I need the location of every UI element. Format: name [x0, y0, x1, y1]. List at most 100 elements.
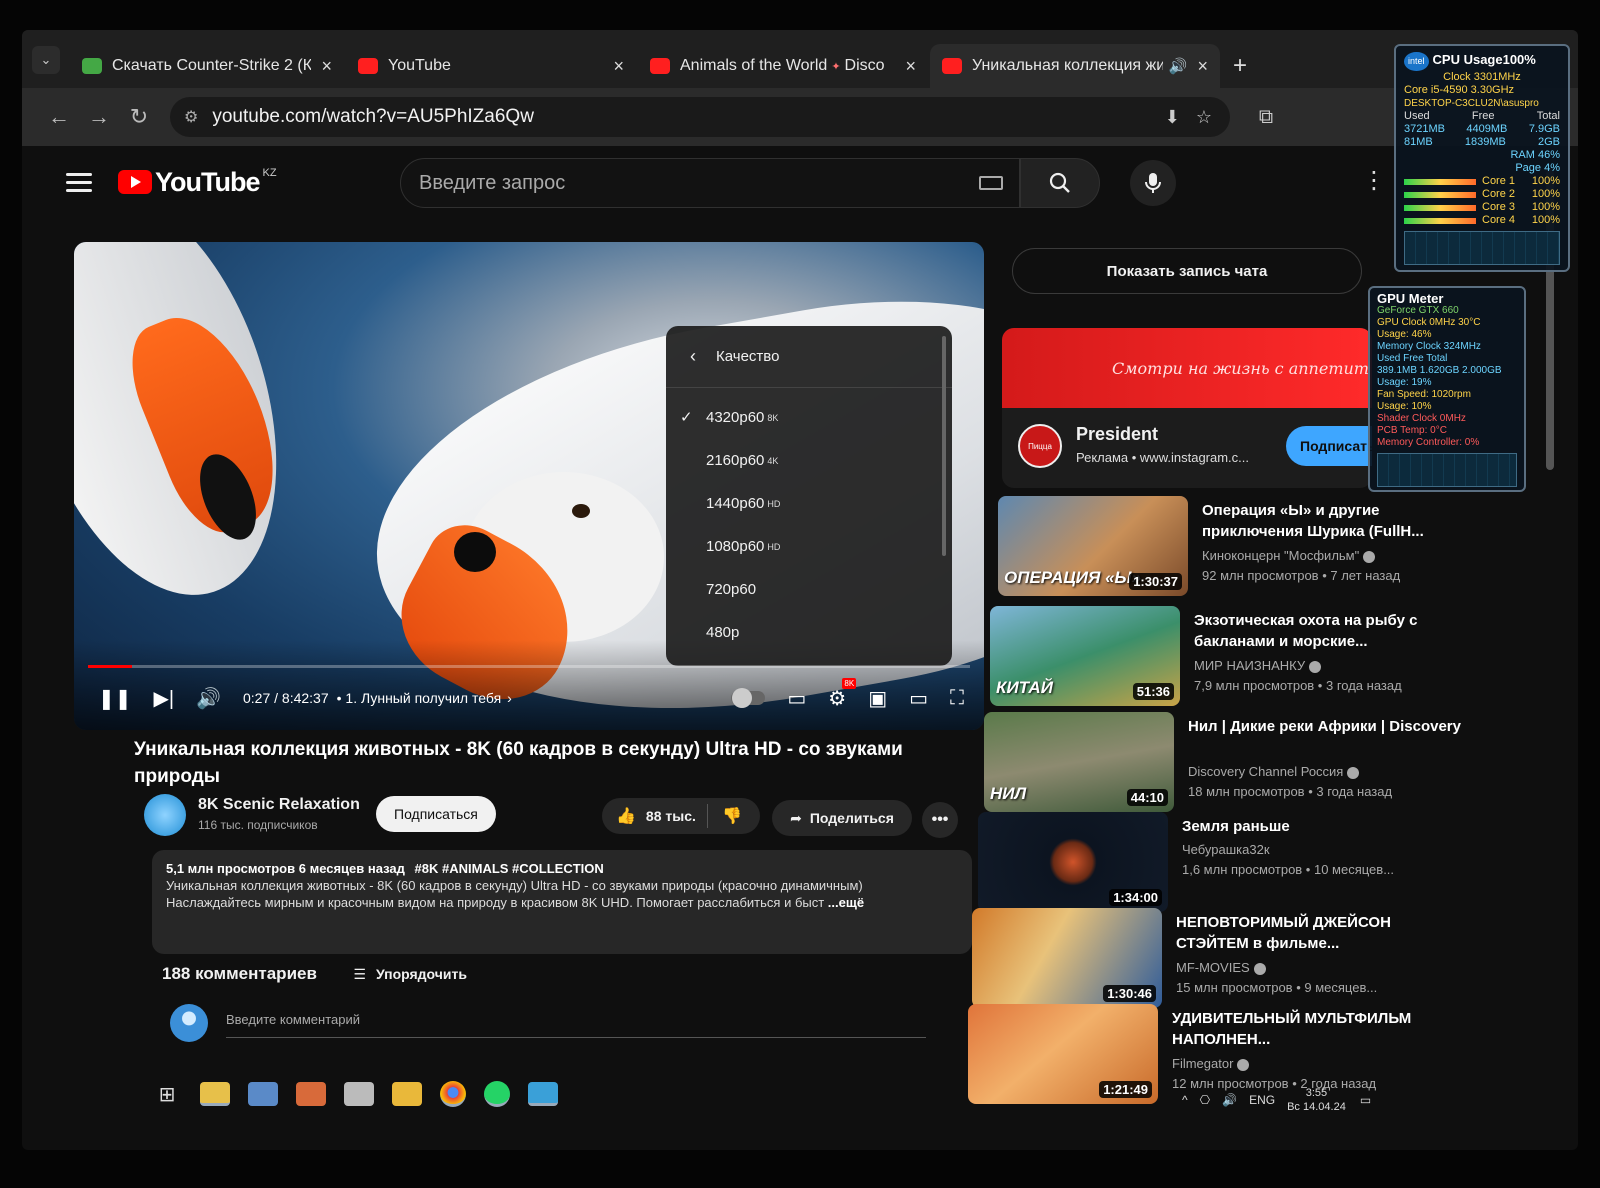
quality-option-4320p60[interactable]: ✓ 4320p60 8K — [666, 396, 952, 439]
dislike-button[interactable]: 👎 — [708, 806, 742, 826]
hashtags[interactable]: #8K #ANIMALS #COLLECTION — [415, 861, 604, 876]
channel-avatar[interactable] — [144, 794, 186, 836]
show-chat-replay-button[interactable]: Показать запись чата — [1012, 248, 1362, 294]
tab-close-icon[interactable]: × — [1197, 56, 1208, 77]
notifications-icon[interactable]: ▭ — [1360, 1093, 1371, 1107]
subscribe-button[interactable]: Подписаться — [376, 796, 496, 832]
quality-option-1440p60[interactable]: 1440p60 HD — [666, 482, 952, 525]
fullscreen-icon[interactable]: ⛶ — [950, 687, 964, 710]
chrome-icon[interactable] — [440, 1081, 466, 1107]
speaker-icon[interactable]: 🔊 — [1222, 1093, 1237, 1107]
sort-button[interactable]: ☰ Упорядочить — [353, 966, 467, 983]
video-thumbnail[interactable]: ОПЕРАЦИЯ «Ы» 1:30:37 — [998, 496, 1188, 596]
bookmark-star-icon[interactable]: ☆ — [1196, 107, 1212, 128]
recommendation-item[interactable]: КИТАЙ 51:36 Экзотическая охота на рыбу с… — [990, 606, 1510, 710]
video-player[interactable]: ‹ Качество ✓ 4320p60 8K 2160p60 4K 1440p60… — [74, 242, 984, 730]
more-actions-button[interactable]: ••• — [922, 802, 958, 838]
quality-option-480p[interactable]: 480p — [666, 611, 952, 654]
ad-card[interactable]: Смотри на жизнь с аппетит Пицца Presiden… — [1002, 328, 1372, 488]
recommendation-item[interactable]: НИЛ 44:10 Нил | Дикие реки Африки | Disc… — [984, 712, 1504, 816]
recommendation-item[interactable]: ОПЕРАЦИЯ «Ы» 1:30:37 Операция «Ы» и друг… — [998, 496, 1518, 600]
network-icon[interactable]: ⎔ — [1200, 1093, 1210, 1107]
recommendation-item[interactable]: 1:30:46 НЕПОВТОРИМЫЙ ДЖЕЙСОН СТЭЙТЕМ в ф… — [972, 908, 1492, 1012]
install-app-icon[interactable]: ⬇ — [1165, 107, 1180, 128]
quality-menu-scrollbar[interactable] — [942, 336, 946, 556]
recommendation-channel[interactable]: Discovery Channel Россия — [1188, 764, 1360, 779]
chevron-right-icon[interactable]: › — [507, 690, 512, 706]
media-player-icon[interactable] — [344, 1082, 374, 1106]
youtube-logo[interactable]: YouTube KZ — [118, 167, 277, 198]
recommendation-channel[interactable]: Чебурашка32к — [1182, 842, 1270, 857]
file-explorer-icon[interactable] — [200, 1082, 230, 1106]
video-thumbnail[interactable]: 1:34:00 — [978, 812, 1168, 912]
subtitles-icon[interactable]: ▭ — [787, 686, 806, 711]
recommendation-title[interactable]: Операция «Ы» и другие приключения Шурика… — [1202, 500, 1482, 542]
site-settings-icon[interactable]: ⚙ — [184, 107, 198, 127]
reload-icon[interactable]: ↻ — [122, 104, 156, 130]
menu-icon[interactable] — [66, 168, 92, 197]
recommendation-title[interactable]: Нил | Дикие реки Африки | Discovery — [1188, 716, 1468, 737]
pause-icon[interactable]: ❚❚ — [98, 686, 132, 711]
back-arrow-icon[interactable]: ← — [42, 104, 76, 130]
volume-icon[interactable]: 🔊 — [196, 686, 221, 711]
winamp-icon[interactable] — [392, 1082, 422, 1106]
miniplayer-icon[interactable]: ▣ — [868, 686, 887, 711]
tab-close-icon[interactable]: × — [905, 56, 916, 77]
theater-mode-icon[interactable]: ▭ — [909, 686, 928, 711]
app-icon[interactable] — [296, 1082, 326, 1106]
ad-subscribe-button[interactable]: Подписаться — [1286, 426, 1372, 466]
forward-arrow-icon[interactable]: → — [82, 104, 116, 130]
recommendation-title[interactable]: Земля раньше — [1182, 816, 1462, 837]
recommendation-title[interactable]: Экзотическая охота на рыбу с бакланами и… — [1194, 610, 1474, 652]
extensions-icon[interactable]: ⧉ — [1250, 106, 1282, 129]
chapter-title[interactable]: • 1. Лунный получил тебя — [337, 690, 502, 706]
quality-option-2160p60[interactable]: 2160p60 4K — [666, 439, 952, 482]
whatsapp-icon[interactable] — [484, 1081, 510, 1107]
quality-option-720p60[interactable]: 720p60 — [666, 568, 952, 611]
keyboard-icon[interactable] — [979, 176, 1003, 190]
autoplay-toggle[interactable] — [731, 688, 766, 708]
tab-close-icon[interactable]: × — [613, 56, 624, 77]
show-more-link[interactable]: ...ещё — [824, 895, 864, 910]
tab-unique-collection[interactable]: Уникальная коллекция жи 🔊 × — [930, 44, 1220, 88]
more-options-icon[interactable]: ⋮ — [1362, 166, 1386, 195]
progress-bar[interactable] — [88, 665, 970, 668]
monitor-app-icon[interactable] — [528, 1082, 558, 1106]
windows-start-icon[interactable]: ⊞ — [152, 1082, 182, 1106]
share-button[interactable]: ➦ Поделиться — [772, 800, 912, 836]
video-thumbnail[interactable]: НИЛ 44:10 — [984, 712, 1174, 812]
tab-youtube[interactable]: YouTube × — [346, 44, 636, 88]
description-box[interactable]: 5,1 млн просмотров 6 месяцев назад #8K #… — [152, 850, 972, 954]
channel-name[interactable]: 8K Scenic Relaxation — [198, 796, 360, 814]
tab-animals-of-the-world[interactable]: Animals of the World ✦ Disco × — [638, 44, 928, 88]
tab-counter-strike[interactable]: Скачать Counter-Strike 2 (Конт × — [70, 44, 344, 88]
recommendation-channel[interactable]: МИР НАИЗНАНКУ — [1194, 658, 1322, 673]
chevron-up-icon[interactable]: ^ — [1182, 1093, 1188, 1107]
language-indicator[interactable]: ENG — [1249, 1093, 1275, 1107]
address-bar[interactable]: ⚙ youtube.com/watch?v=AU5PhIZa6Qw ⬇ ☆ — [170, 97, 1230, 137]
comment-input[interactable]: Введите комментарий — [226, 1012, 926, 1038]
like-button[interactable]: 👍 88 тыс. — [602, 804, 708, 828]
chevron-left-icon[interactable]: ‹ — [690, 346, 696, 367]
search-input[interactable]: Введите запрос — [400, 158, 1020, 208]
search-button[interactable] — [1020, 158, 1100, 208]
quality-option-1080p60[interactable]: 1080p60 HD — [666, 525, 952, 568]
ad-banner[interactable]: Смотри на жизнь с аппетит — [1002, 328, 1372, 408]
new-tab-button[interactable]: + — [1222, 44, 1258, 88]
voice-search-button[interactable] — [1130, 160, 1176, 206]
recommendation-title[interactable]: НЕПОВТОРИМЫЙ ДЖЕЙСОН СТЭЙТЕМ в фильме... — [1176, 912, 1456, 954]
remote-desktop-icon[interactable] — [248, 1082, 278, 1106]
speaker-icon[interactable]: 🔊 — [1169, 57, 1188, 75]
recommendation-title[interactable]: УДИВИТЕЛЬНЫЙ МУЛЬТФИЛЬМ НАПОЛНЕН... — [1172, 1008, 1452, 1050]
video-thumbnail[interactable]: 1:30:46 — [972, 908, 1162, 1008]
recommendation-channel[interactable]: Киноконцерн "Мосфильм" — [1202, 548, 1376, 563]
settings-gear-icon[interactable]: ⚙ 8K — [828, 677, 857, 711]
tab-close-icon[interactable]: × — [321, 56, 332, 77]
next-icon[interactable]: ▶| — [154, 686, 175, 711]
video-thumbnail[interactable]: КИТАЙ 51:36 — [990, 606, 1180, 706]
tab-search-button[interactable]: ⌄ — [32, 46, 60, 74]
recommendation-item[interactable]: 1:34:00 Земля раньше Чебурашка32к 1,6 мл… — [978, 812, 1498, 916]
recommendation-channel[interactable]: MF-MOVIES — [1176, 960, 1266, 975]
quality-menu-header[interactable]: ‹ Качество — [666, 326, 952, 388]
clock[interactable]: 3:55 Вс 14.04.24 — [1287, 1086, 1346, 1114]
